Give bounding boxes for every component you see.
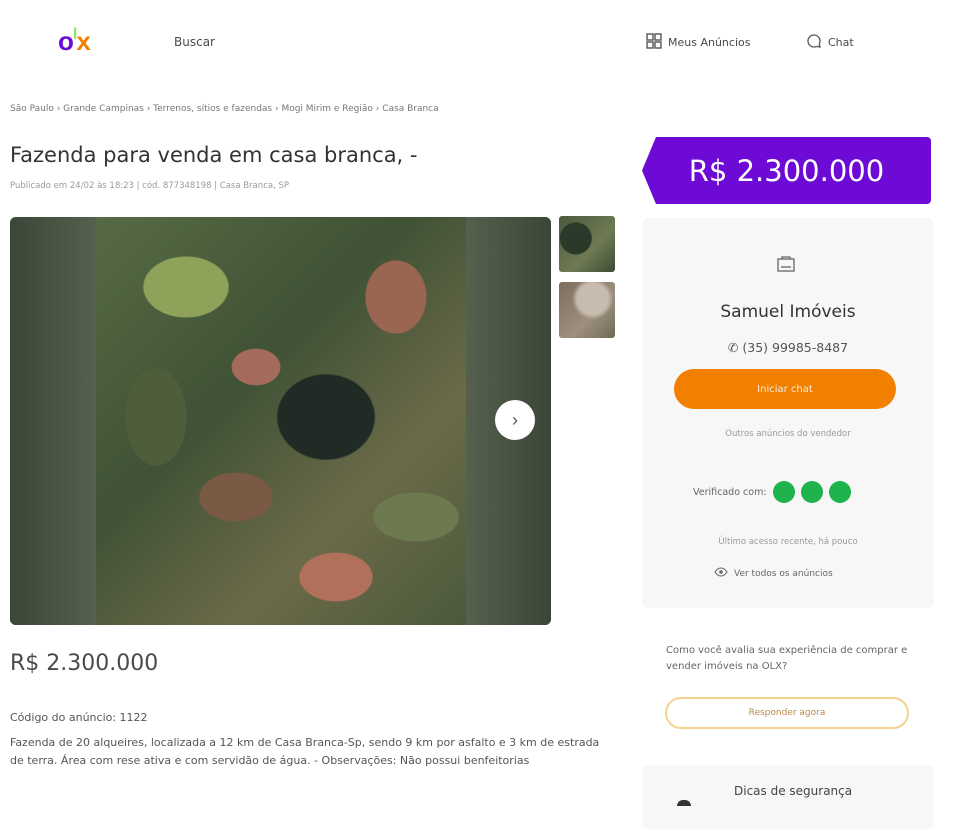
listing-meta: Publicado em 24/02 às 18:23 | cód. 87734…: [10, 181, 289, 191]
gallery-blur-left: [10, 217, 96, 625]
next-photo-button[interactable]: ›: [495, 400, 535, 440]
verified-label: Verificado com:: [693, 486, 767, 498]
seller-other-ads-link[interactable]: Outros anúncios do vendedor: [642, 429, 934, 439]
see-ads-label: Ver todos os anúncios: [734, 568, 833, 579]
chat-link[interactable]: Chat: [806, 33, 854, 52]
seller-name[interactable]: Samuel Imóveis: [642, 302, 934, 322]
listing-code: Código do anúncio: 1122: [10, 711, 148, 724]
search-link[interactable]: Buscar: [174, 35, 215, 49]
photo-thumbnail[interactable]: [559, 282, 615, 338]
listing-title: Fazenda para venda em casa branca, -: [10, 143, 418, 167]
chat-label: Chat: [828, 36, 854, 49]
main-photo[interactable]: [96, 217, 466, 625]
seller-phone[interactable]: ✆ (35) 99985-8487: [642, 340, 934, 355]
user-icon: [677, 800, 691, 806]
whatsapp-verified-icon: [772, 481, 795, 503]
survey-text: Como você avalia sua experiência de comp…: [666, 645, 908, 672]
safety-tips-title: Dicas de segurança: [734, 784, 853, 798]
grid-icon: [646, 33, 662, 52]
listing-description: Fazenda de 20 alqueires, localizada a 12…: [10, 736, 600, 767]
photo-thumbnail[interactable]: [559, 216, 615, 272]
verified-with: Verificado com:: [693, 481, 851, 503]
last-access: Último acesso recente, há pouco: [718, 537, 858, 547]
facebook-verified-icon: [828, 481, 851, 503]
survey-button[interactable]: Responder agora: [665, 697, 909, 729]
my-ads-label: Meus Anúncios: [668, 36, 751, 49]
eye-icon: [714, 567, 728, 580]
seller-card: [642, 218, 934, 608]
listing-price: R$ 2.300.000: [10, 651, 159, 676]
email-verified-icon: [800, 481, 823, 503]
phone-icon: ✆: [727, 340, 739, 355]
photo-gallery[interactable]: ›: [10, 217, 551, 625]
phone-number: (35) 99985-8487: [742, 340, 849, 355]
chevron-right-icon: ›: [512, 409, 518, 430]
olx-logo[interactable]: olx: [58, 26, 91, 57]
start-chat-button[interactable]: Iniciar chat: [674, 369, 896, 409]
price-badge: R$ 2.300.000: [642, 137, 931, 204]
breadcrumb[interactable]: São Paulo › Grande Campinas › Terrenos, …: [10, 104, 439, 114]
seller-avatar-icon: [774, 253, 798, 275]
my-ads-link[interactable]: Meus Anúncios: [646, 33, 750, 52]
chat-bubble-icon: [806, 33, 822, 52]
see-ads-link[interactable]: Ver todos os anúncios: [714, 567, 833, 580]
